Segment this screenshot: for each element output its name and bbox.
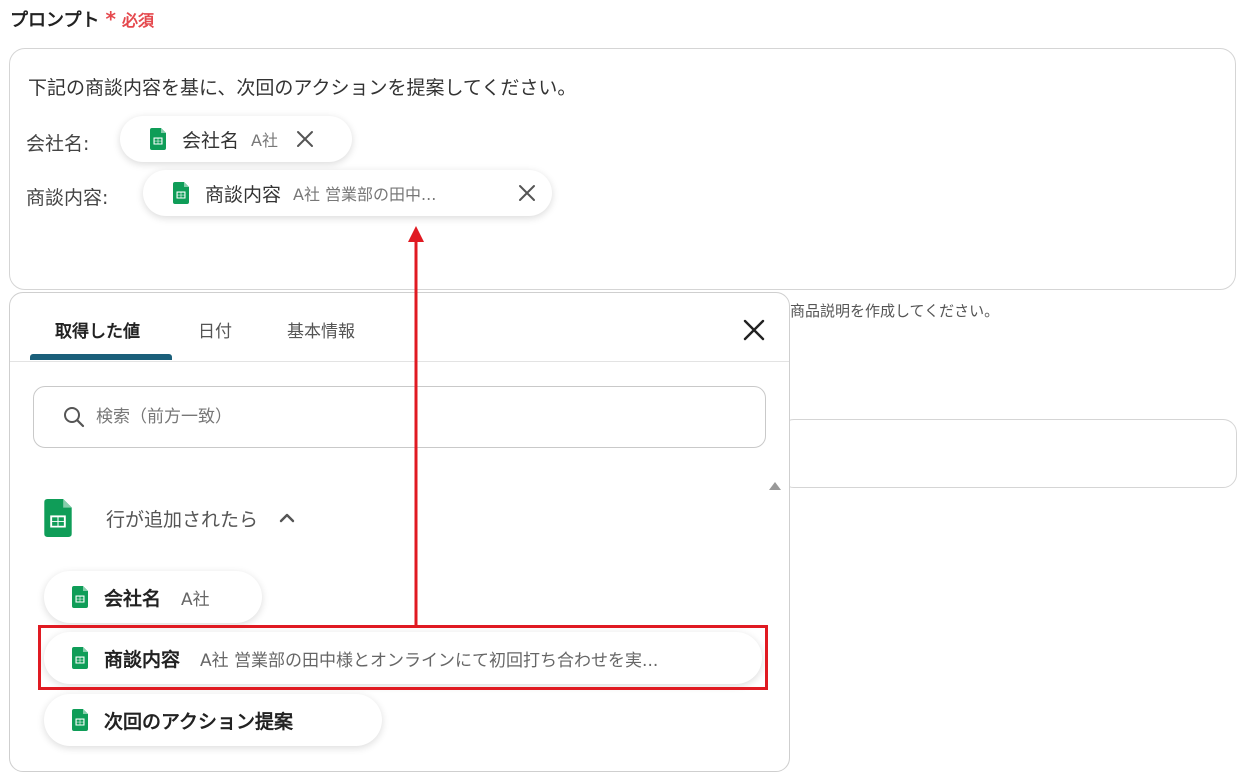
search-icon [64, 407, 85, 428]
google-sheets-icon [150, 128, 166, 150]
group-title: 行が追加されたら [106, 508, 259, 531]
scrollbar-up-arrow[interactable] [769, 482, 781, 490]
required-star: * [105, 7, 116, 31]
list-item-next-action[interactable]: 次回のアクション提案 [44, 694, 382, 746]
required-text: 必須 [121, 11, 154, 30]
close-icon[interactable] [294, 128, 316, 150]
google-sheets-icon [72, 586, 88, 608]
tab-date[interactable]: 日付 [198, 317, 232, 342]
google-sheets-icon [72, 709, 88, 731]
google-sheets-icon [173, 182, 189, 204]
item-name: 会社名 [104, 587, 162, 610]
chip-value: A社 [251, 131, 278, 150]
chevron-up-icon[interactable] [278, 512, 296, 524]
field-hint-text: 商品説明を作成してください。 [790, 302, 1000, 320]
chip-name: 会社名 [182, 129, 240, 152]
list-item-company[interactable]: 会社名 A社 [44, 571, 262, 623]
prompt-textarea[interactable]: 下記の商談内容を基に、次回のアクションを提案してください。 会社名: 商談内容: [9, 48, 1236, 290]
highlight-box [38, 625, 768, 690]
tab-acquired-values[interactable]: 取得した値 [55, 317, 140, 342]
close-icon[interactable] [741, 317, 767, 343]
search-box[interactable] [33, 386, 766, 448]
panel-tabs: 取得した値 日付 基本情報 [10, 293, 789, 362]
prompt-key-company: 会社名: [26, 133, 90, 155]
prompt-key-meeting: 商談内容: [26, 187, 109, 209]
item-name: 次回のアクション提案 [104, 710, 294, 733]
secondary-input-field[interactable] [780, 419, 1237, 488]
chip-value: A社 営業部の田中... [293, 185, 437, 204]
search-input[interactable] [94, 406, 698, 428]
prompt-field-label: プロンプト * 必須 [10, 6, 154, 32]
tab-basic-info[interactable]: 基本情報 [287, 317, 355, 342]
chip-name: 商談内容 [205, 183, 282, 206]
variable-chip-meeting[interactable]: 商談内容 A社 営業部の田中... [143, 170, 552, 216]
prompt-text-line: 下記の商談内容を基に、次回のアクションを提案してください。 [28, 77, 577, 99]
google-sheets-icon [44, 499, 72, 537]
field-label-text: プロンプト [10, 10, 100, 31]
item-value: A社 [181, 589, 210, 610]
close-icon[interactable] [516, 182, 538, 204]
group-header-row-added[interactable]: 行が追加されたら [44, 499, 296, 537]
active-tab-indicator [30, 354, 172, 360]
variable-chip-company[interactable]: 会社名 A社 [120, 116, 352, 162]
